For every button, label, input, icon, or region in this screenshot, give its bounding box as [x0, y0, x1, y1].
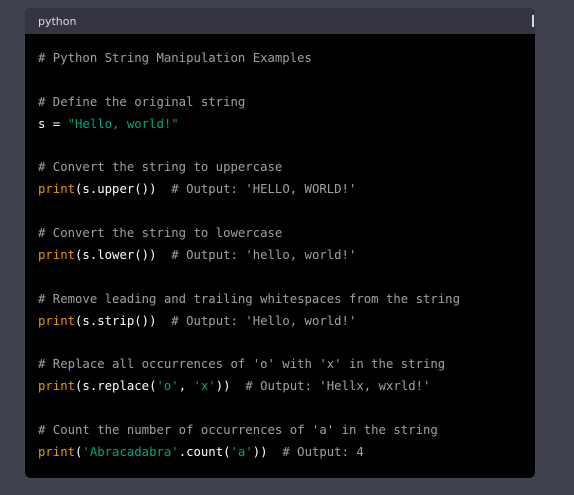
clipboard-icon [532, 15, 535, 27]
code-token-str: 'x' [193, 379, 216, 394]
code-block-header: python [25, 8, 535, 34]
chat-page: python # Python String Manipulation Exam… [0, 0, 574, 495]
code-line: # Define the original string [38, 92, 522, 114]
code-token-plain: (s.strip()) [75, 313, 172, 328]
code-line: print('Abracadabra'.count('a')) # Output… [38, 442, 522, 464]
code-token-comment: # Output: 4 [282, 445, 364, 460]
code-token-comment: # Convert the string to lowercase [38, 226, 283, 241]
code-line: # Convert the string to lowercase [38, 223, 522, 245]
code-line: # Convert the string to uppercase [38, 157, 522, 179]
code-line: # Count the number of occurrences of 'a'… [38, 420, 522, 442]
code-line: # Python String Manipulation Examples [38, 48, 522, 70]
code-line: # Remove leading and trailing whitespace… [38, 289, 522, 311]
code-token-func: print [38, 445, 76, 460]
code-token-comment: # Output: 'hello, world!' [171, 248, 357, 263]
code-line: ​ [38, 201, 522, 223]
code-content[interactable]: # Python String Manipulation Examples ​ # … [25, 34, 535, 464]
code-line: print(s.upper()) # Output: 'HELLO, WORLD… [38, 179, 522, 201]
code-token-func: print [38, 379, 76, 394]
code-line: ​ [38, 136, 522, 158]
code-token-str: "Hello, world!" [67, 116, 179, 131]
code-token-comment: # Convert the string to uppercase [38, 160, 283, 175]
code-token-plain: s = [38, 116, 68, 131]
code-line: # Replace all occurrences of 'o' with 'x… [38, 354, 522, 376]
code-token-func: print [38, 182, 76, 197]
code-token-plain: )) [215, 379, 246, 394]
code-block: python # Python String Manipulation Exam… [25, 8, 535, 478]
code-token-str: 'o' [156, 379, 179, 394]
code-token-str: 'Abracadabra' [82, 445, 179, 460]
code-token-comment: # Output: 'HELLO, WORLD!' [171, 182, 357, 197]
code-token-str: 'a' [230, 445, 253, 460]
code-token-comment: # Remove leading and trailing whitespace… [38, 291, 460, 306]
code-token-plain: .count( [178, 445, 231, 460]
code-line: print(s.strip()) # Output: 'Hello, world… [38, 311, 522, 333]
code-token-plain: )) [252, 445, 283, 460]
code-line: print(s.lower()) # Output: 'hello, world… [38, 245, 522, 267]
code-line: ​ [38, 398, 522, 420]
code-line: s = "Hello, world!" [38, 114, 522, 136]
code-token-plain: , [178, 379, 194, 394]
code-token-comment: # Output: 'Hello, world!' [171, 313, 357, 328]
code-token-comment: # Output: 'Hellx, wxrld!' [245, 379, 431, 394]
code-token-plain: (s.lower()) [75, 248, 172, 263]
code-token-comment: # Replace all occurrences of 'o' with 'x… [38, 357, 446, 372]
code-language-label: python [38, 14, 77, 28]
code-token-comment: # Define the original string [38, 94, 246, 109]
code-token-func: print [38, 248, 76, 263]
code-token-comment: # Python String Manipulation Examples [38, 51, 312, 65]
code-line: ​ [38, 70, 522, 92]
code-line: ​ [38, 333, 522, 355]
copy-code-button[interactable] [521, 14, 535, 28]
code-line: print(s.replace('o', 'x')) # Output: 'He… [38, 376, 522, 398]
code-token-plain: (s.replace( [75, 379, 157, 394]
code-token-comment: # Count the number of occurrences of 'a'… [38, 423, 438, 438]
code-line: ​ [38, 267, 522, 289]
code-token-plain: (s.upper()) [75, 182, 172, 197]
code-token-func: print [38, 313, 76, 328]
